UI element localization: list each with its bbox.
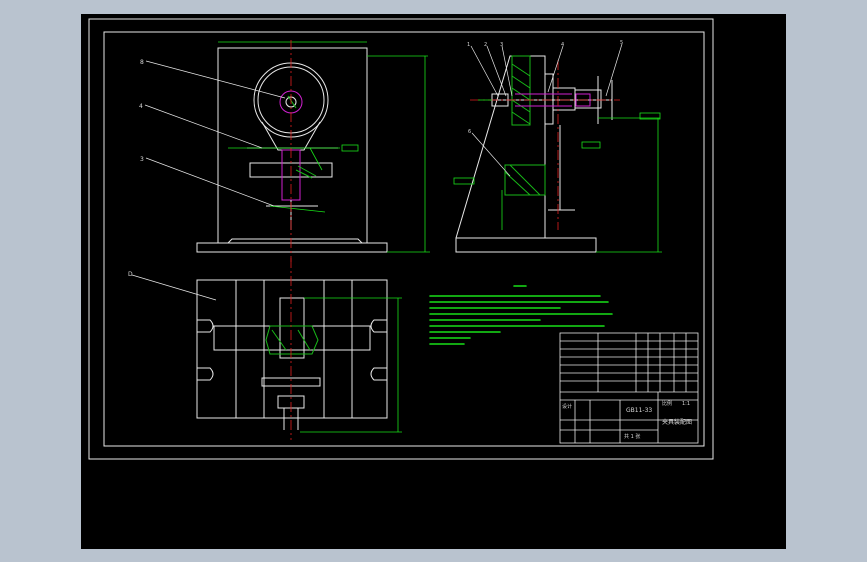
cad-drawing: 8 4 3 1 2 3 4 5 6 D GB11-33 夹具装配图 比例 1:1… xyxy=(88,18,714,460)
front-leaders xyxy=(144,60,286,207)
drawing-number: GB11-33 xyxy=(626,407,652,414)
callout-top-view: D xyxy=(128,271,133,278)
tech-notes xyxy=(429,285,613,345)
callout-front-low: 3 xyxy=(140,156,144,163)
drawing-title: 夹具装配图 xyxy=(662,418,692,426)
callout-front-mid: 4 xyxy=(139,103,143,110)
callout-side-3: 3 xyxy=(500,42,503,48)
callout-side-6: 6 xyxy=(468,129,471,135)
scale-value: 1:1 xyxy=(682,401,690,407)
title-block xyxy=(559,332,699,444)
outer-border xyxy=(88,18,714,460)
callout-front-top: 8 xyxy=(140,59,144,66)
top-view xyxy=(196,279,388,430)
sheet-count: 共 1 张 xyxy=(624,433,640,440)
front-view-dimensions xyxy=(218,41,430,253)
scale-label: 比例 xyxy=(662,400,672,407)
side-view-hatch xyxy=(504,55,546,196)
inner-border xyxy=(103,31,705,447)
callout-side-2: 2 xyxy=(484,42,487,48)
callout-side-5: 5 xyxy=(620,40,623,46)
designer-label: 设计 xyxy=(562,403,572,410)
top-leader xyxy=(131,274,217,301)
side-view xyxy=(455,55,613,253)
callout-side-4: 4 xyxy=(561,42,564,48)
callout-side-1: 1 xyxy=(467,42,470,48)
front-view xyxy=(196,47,388,253)
